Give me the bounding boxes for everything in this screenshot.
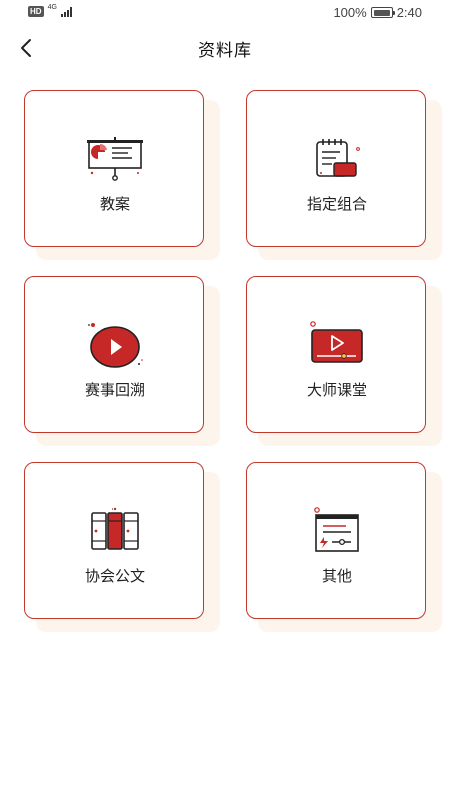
card-label: 教案 — [99, 195, 130, 213]
card-designated-combo[interactable]: 指定组合 — [246, 90, 426, 247]
presentation-board-icon — [87, 137, 143, 181]
card-association-documents[interactable]: 协会公文 — [24, 462, 204, 619]
card-label: 大师课堂 — [306, 381, 367, 399]
card-other[interactable]: 其他 — [246, 462, 426, 619]
books-icon — [91, 507, 139, 550]
card-match-replay[interactable]: 赛事回溯 — [24, 276, 204, 433]
card-label: 指定组合 — [306, 195, 367, 213]
video-player-icon — [310, 321, 363, 363]
card-designated-combo-wrap: 指定组合 — [246, 90, 442, 264]
card-other-wrap: 其他 — [246, 462, 442, 636]
card-lesson-plans[interactable]: 教案 — [24, 90, 204, 247]
card-lesson-plans-wrap: 教案 — [24, 90, 220, 264]
card-label: 其他 — [321, 567, 352, 585]
notepad-icon — [316, 139, 360, 177]
card-match-replay-wrap: 赛事回溯 — [24, 276, 220, 450]
card-master-class[interactable]: 大师课堂 — [246, 276, 426, 433]
card-association-documents-wrap: 协会公文 — [24, 462, 220, 636]
card-label: 协会公文 — [84, 567, 145, 585]
category-grid: 教案 指定组合 赛事回溯 大师课堂 协会公文 其他 — [0, 0, 450, 800]
play-circle-icon — [88, 323, 143, 368]
document-frame-icon — [314, 507, 359, 552]
card-label: 赛事回溯 — [84, 381, 145, 399]
card-master-class-wrap: 大师课堂 — [246, 276, 442, 450]
